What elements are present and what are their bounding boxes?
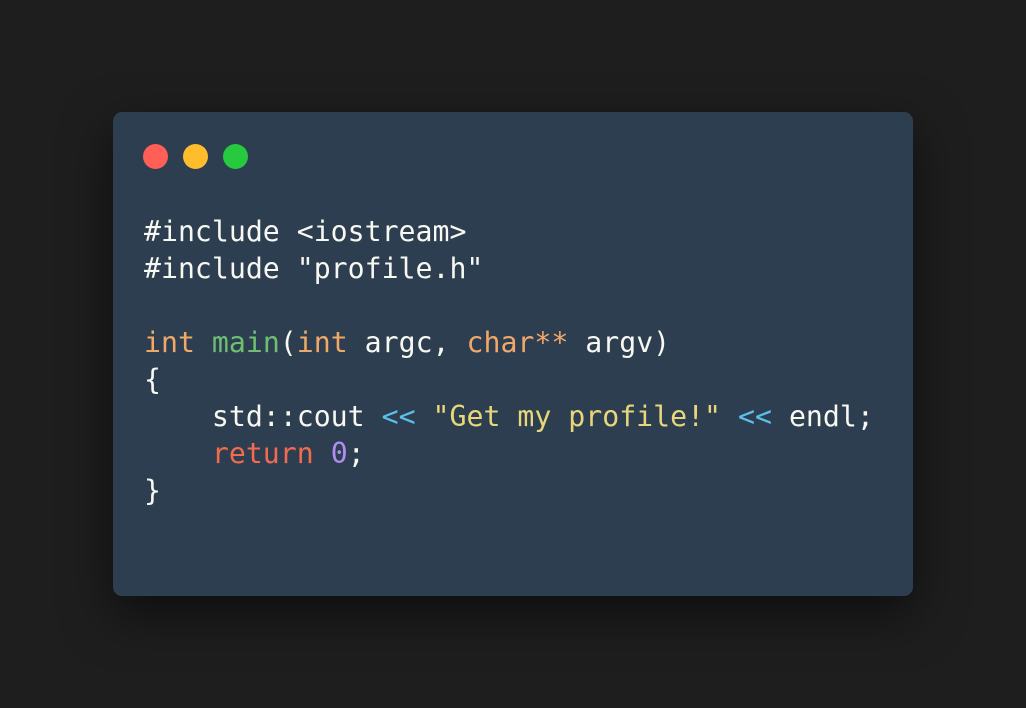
code-block: #include <iostream> #include "profile.h" … xyxy=(144,213,874,509)
code-line: return 0; xyxy=(144,435,874,472)
code-token: << xyxy=(738,400,772,433)
code-token: int xyxy=(144,326,195,359)
code-token: { xyxy=(144,363,161,396)
window-controls xyxy=(143,144,248,169)
code-token: "Get my profile!" xyxy=(432,400,722,433)
close-icon[interactable] xyxy=(143,144,168,169)
code-token: argv) xyxy=(568,326,671,359)
zoom-icon[interactable] xyxy=(223,144,248,169)
code-line: { xyxy=(144,361,874,398)
code-token: int xyxy=(296,326,348,359)
code-token: } xyxy=(144,474,161,507)
code-token: argc, xyxy=(347,326,467,359)
code-window: #include <iostream> #include "profile.h" … xyxy=(113,112,913,596)
code-token: char** xyxy=(466,326,569,359)
minimize-icon[interactable] xyxy=(183,144,208,169)
code-token: << xyxy=(381,400,416,433)
code-token: ( xyxy=(279,326,297,359)
code-token: #include <iostream> xyxy=(144,215,467,248)
code-line: #include "profile.h" xyxy=(144,250,874,287)
code-token: return xyxy=(211,437,314,470)
code-line: } xyxy=(144,472,874,509)
code-line: int main(int argc, char** argv) xyxy=(144,324,874,361)
code-token: main xyxy=(211,326,280,359)
code-line: #include <iostream> xyxy=(144,213,874,250)
code-token: #include "profile.h" xyxy=(144,252,484,285)
code-token: std::cout xyxy=(144,400,382,433)
code-line: std::cout << "Get my profile!" << endl; xyxy=(144,398,874,435)
code-token: endl; xyxy=(771,400,874,433)
code-token: 0 xyxy=(330,437,348,470)
code-token: ; xyxy=(347,437,365,470)
